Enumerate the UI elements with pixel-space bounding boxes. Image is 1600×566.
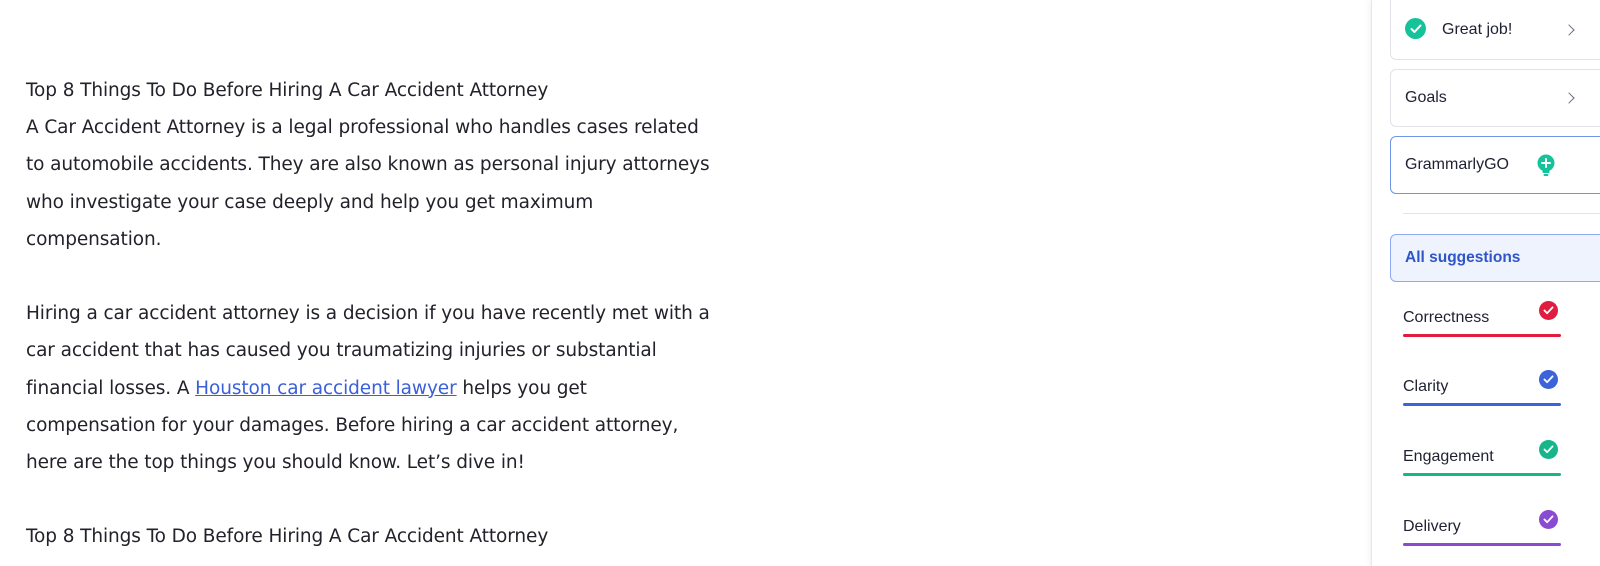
category-label: Engagement xyxy=(1403,448,1494,465)
check-circle-icon xyxy=(1539,370,1558,389)
check-circle-icon xyxy=(1405,18,1426,39)
category-delivery[interactable]: Delivery xyxy=(1403,500,1600,546)
great-job-card[interactable]: Great job! xyxy=(1390,0,1600,60)
category-correctness[interactable]: Correctness xyxy=(1403,291,1600,337)
chevron-right-icon xyxy=(1563,24,1575,36)
paragraph-line: Hiring a car accident attorney is a deci… xyxy=(26,303,710,325)
houston-lawyer-link[interactable]: Houston car accident lawyer xyxy=(195,378,457,399)
category-underline xyxy=(1403,543,1561,546)
bulb-plus-icon xyxy=(1536,154,1556,182)
category-label: Clarity xyxy=(1403,378,1449,395)
text-span: helps you get xyxy=(456,377,587,399)
paragraph-line: who investigate your case deeply and hel… xyxy=(26,191,594,213)
paragraph-line: compensation. xyxy=(26,228,162,250)
paragraph-line: to automobile accidents. They are also k… xyxy=(26,154,710,176)
panel-divider xyxy=(1403,213,1600,214)
category-underline xyxy=(1403,473,1561,476)
all-suggestions-tab[interactable]: All suggestions xyxy=(1390,234,1600,282)
all-suggestions-label: All suggestions xyxy=(1405,249,1521,266)
category-engagement[interactable]: Engagement xyxy=(1403,430,1600,476)
check-circle-icon xyxy=(1539,510,1558,529)
goals-label: Goals xyxy=(1405,89,1447,106)
heading-line: Top 8 Things To Do Before Hiring A Car A… xyxy=(26,80,549,101)
heading-line: Top 8 Things To Do Before Hiring A Car A… xyxy=(26,526,549,548)
paragraph-line: car accident that has caused you traumat… xyxy=(26,340,657,362)
grammarlygo-label: GrammarlyGO xyxy=(1405,156,1509,173)
text-span: financial losses. A xyxy=(26,377,196,399)
check-circle-icon xyxy=(1539,440,1558,459)
grammarlygo-card[interactable]: GrammarlyGO xyxy=(1390,136,1600,194)
category-label: Delivery xyxy=(1403,518,1461,535)
paragraph-line: here are the top things you should know.… xyxy=(26,452,525,474)
check-circle-icon xyxy=(1539,301,1558,320)
category-clarity[interactable]: Clarity xyxy=(1403,360,1600,406)
category-label: Correctness xyxy=(1403,309,1490,326)
great-job-label: Great job! xyxy=(1442,21,1513,38)
paragraph-line: A Car Accident Attorney is a legal profe… xyxy=(26,117,699,139)
category-underline xyxy=(1403,403,1561,406)
category-underline xyxy=(1403,334,1561,337)
goals-card[interactable]: Goals xyxy=(1390,69,1600,127)
chevron-right-icon xyxy=(1563,92,1575,104)
paragraph-line: compensation for your damages. Before hi… xyxy=(26,414,679,436)
document-editor[interactable]: Top 8 Things To Do Before Hiring A Car A… xyxy=(26,72,726,556)
paragraph-line: financial losses. A Houston car accident… xyxy=(26,370,726,407)
assistant-panel: Great job! Goals GrammarlyGO All suggest… xyxy=(1371,0,1600,566)
